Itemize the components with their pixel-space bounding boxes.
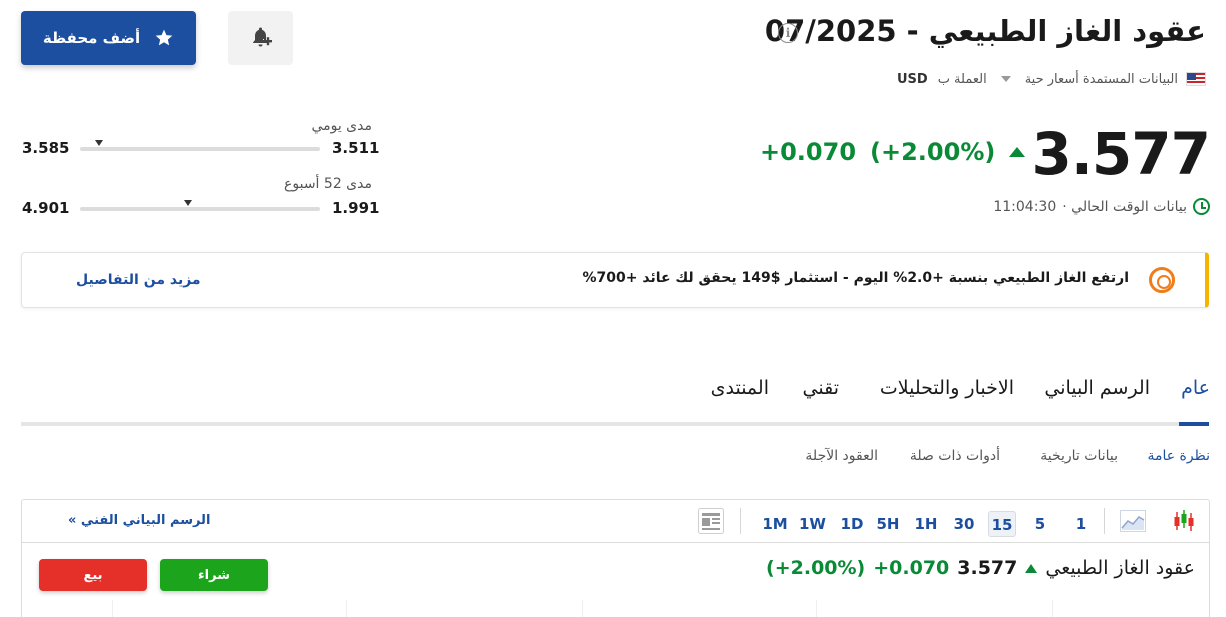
promo-text: ارتفع الغاز الطبيعي بنسبة +2.0% اليوم - … bbox=[582, 270, 1129, 286]
chart-gridline bbox=[582, 600, 583, 617]
info-icon[interactable]: i bbox=[778, 23, 798, 43]
promo-more-link[interactable]: مزيد من التفاصيل bbox=[76, 272, 201, 288]
change-percent: (+2.00%) bbox=[870, 138, 996, 166]
week52-range-label: مدى 52 أسبوع bbox=[284, 176, 372, 192]
timeframe-5[interactable]: 5 bbox=[1027, 511, 1053, 537]
star-icon bbox=[155, 29, 173, 46]
last-price: 3.577 bbox=[1031, 120, 1211, 188]
add-portfolio-button[interactable]: أضف محفظة bbox=[21, 11, 196, 65]
timeframe-1[interactable]: 1 bbox=[1068, 511, 1094, 537]
change-value: +0.070 bbox=[760, 138, 857, 166]
candlestick-icon[interactable] bbox=[1173, 509, 1195, 533]
daily-range-label: مدى يومي bbox=[311, 118, 372, 134]
toolbar-divider bbox=[22, 542, 1209, 543]
timeframe-15[interactable]: 15 bbox=[988, 511, 1016, 537]
tab-forum[interactable]: المنتدى bbox=[711, 377, 769, 399]
chart-gridline bbox=[1052, 600, 1053, 617]
tab-technical[interactable]: تقني bbox=[803, 377, 839, 399]
timeframe-1d[interactable]: 1D bbox=[839, 511, 865, 537]
tab-chart[interactable]: الرسم البياني bbox=[1044, 377, 1150, 399]
promo-banner[interactable]: ارتفع الغاز الطبيعي بنسبة +2.0% اليوم - … bbox=[21, 252, 1209, 308]
currency-value: USD bbox=[896, 71, 928, 87]
week52-range-marker bbox=[184, 200, 192, 206]
subtab-related[interactable]: أدوات ذات صلة bbox=[910, 448, 1000, 464]
tab-active-indicator bbox=[1179, 422, 1209, 426]
subtab-historical[interactable]: بيانات تاريخية bbox=[1040, 448, 1118, 464]
bell-plus-icon bbox=[252, 27, 272, 47]
meta-row: البيانات المستمدة أسعار حية العملة ب USD bbox=[897, 68, 1206, 90]
instrument-change-pct: (+2.00%) bbox=[766, 557, 866, 579]
tabs-underline bbox=[21, 422, 1209, 426]
chart-widget: 1 5 15 30 1H 5H 1D 1W 1M الرسم البياني ا… bbox=[21, 499, 1210, 617]
price-change: +0.070 (+2.00%) bbox=[760, 138, 1026, 166]
timeframe-1w[interactable]: 1W bbox=[799, 511, 826, 537]
us-flag-icon bbox=[1186, 72, 1206, 86]
news-layout-icon[interactable] bbox=[698, 508, 724, 534]
timeframe-1h[interactable]: 1H bbox=[913, 511, 939, 537]
page-title: عقود الغاز الطبيعي - 07/2025 bbox=[764, 14, 1206, 48]
timeframe-5h[interactable]: 5H bbox=[875, 511, 901, 537]
clock-icon bbox=[1193, 198, 1210, 215]
time-row: بيانات الوقت الحالي · 11:04:30 bbox=[993, 198, 1210, 215]
tab-overview[interactable]: عام bbox=[1181, 377, 1210, 399]
chart-gridline bbox=[112, 600, 113, 617]
instrument-price: 3.577 bbox=[957, 557, 1018, 579]
instrument-name: عقود الغاز الطبيعي bbox=[1045, 557, 1195, 579]
instrument-summary: عقود الغاز الطبيعي 3.577 +0.070 (+2.00%) bbox=[766, 557, 1195, 579]
daily-range-bar bbox=[80, 140, 320, 151]
timeframe-30[interactable]: 30 bbox=[951, 511, 977, 537]
buy-button[interactable]: شراء bbox=[160, 559, 268, 591]
tab-news[interactable]: الاخبار والتحليلات bbox=[880, 377, 1014, 399]
toolbar-separator bbox=[740, 508, 741, 534]
week52-range-high: 4.901 bbox=[22, 199, 70, 217]
time-value: 11:04:30 bbox=[993, 198, 1057, 215]
daily-range-low: 3.511 bbox=[332, 139, 380, 157]
add-alert-button[interactable] bbox=[228, 11, 293, 65]
data-source-label[interactable]: البيانات المستمدة أسعار حية bbox=[1025, 72, 1178, 87]
chart-gridline bbox=[816, 600, 817, 617]
currency-label: العملة ب bbox=[937, 71, 987, 87]
arrow-up-icon bbox=[1009, 147, 1026, 157]
technical-chart-link[interactable]: الرسم البياني الفني » bbox=[68, 513, 210, 528]
area-chart-icon[interactable] bbox=[1120, 510, 1146, 532]
toolbar-separator bbox=[1104, 508, 1105, 534]
subtab-overview[interactable]: نظرة عامة bbox=[1147, 448, 1210, 464]
arrow-up-icon bbox=[1025, 563, 1038, 573]
chart-gridline bbox=[346, 600, 347, 617]
timeframe-1m[interactable]: 1M bbox=[762, 511, 788, 537]
week52-range-bar bbox=[80, 200, 320, 211]
target-icon bbox=[1149, 267, 1175, 293]
time-label: بيانات الوقت الحالي · bbox=[1062, 198, 1187, 215]
instrument-change: +0.070 bbox=[873, 557, 950, 579]
chevron-down-icon[interactable] bbox=[1000, 76, 1011, 82]
sell-button[interactable]: بيع bbox=[39, 559, 147, 591]
daily-range-marker bbox=[95, 140, 104, 146]
daily-range-high: 3.585 bbox=[22, 139, 70, 157]
week52-range-low: 1.991 bbox=[332, 199, 380, 217]
subtab-futures[interactable]: العقود الآجلة bbox=[805, 448, 878, 464]
add-portfolio-label: أضف محفظة bbox=[42, 29, 141, 47]
